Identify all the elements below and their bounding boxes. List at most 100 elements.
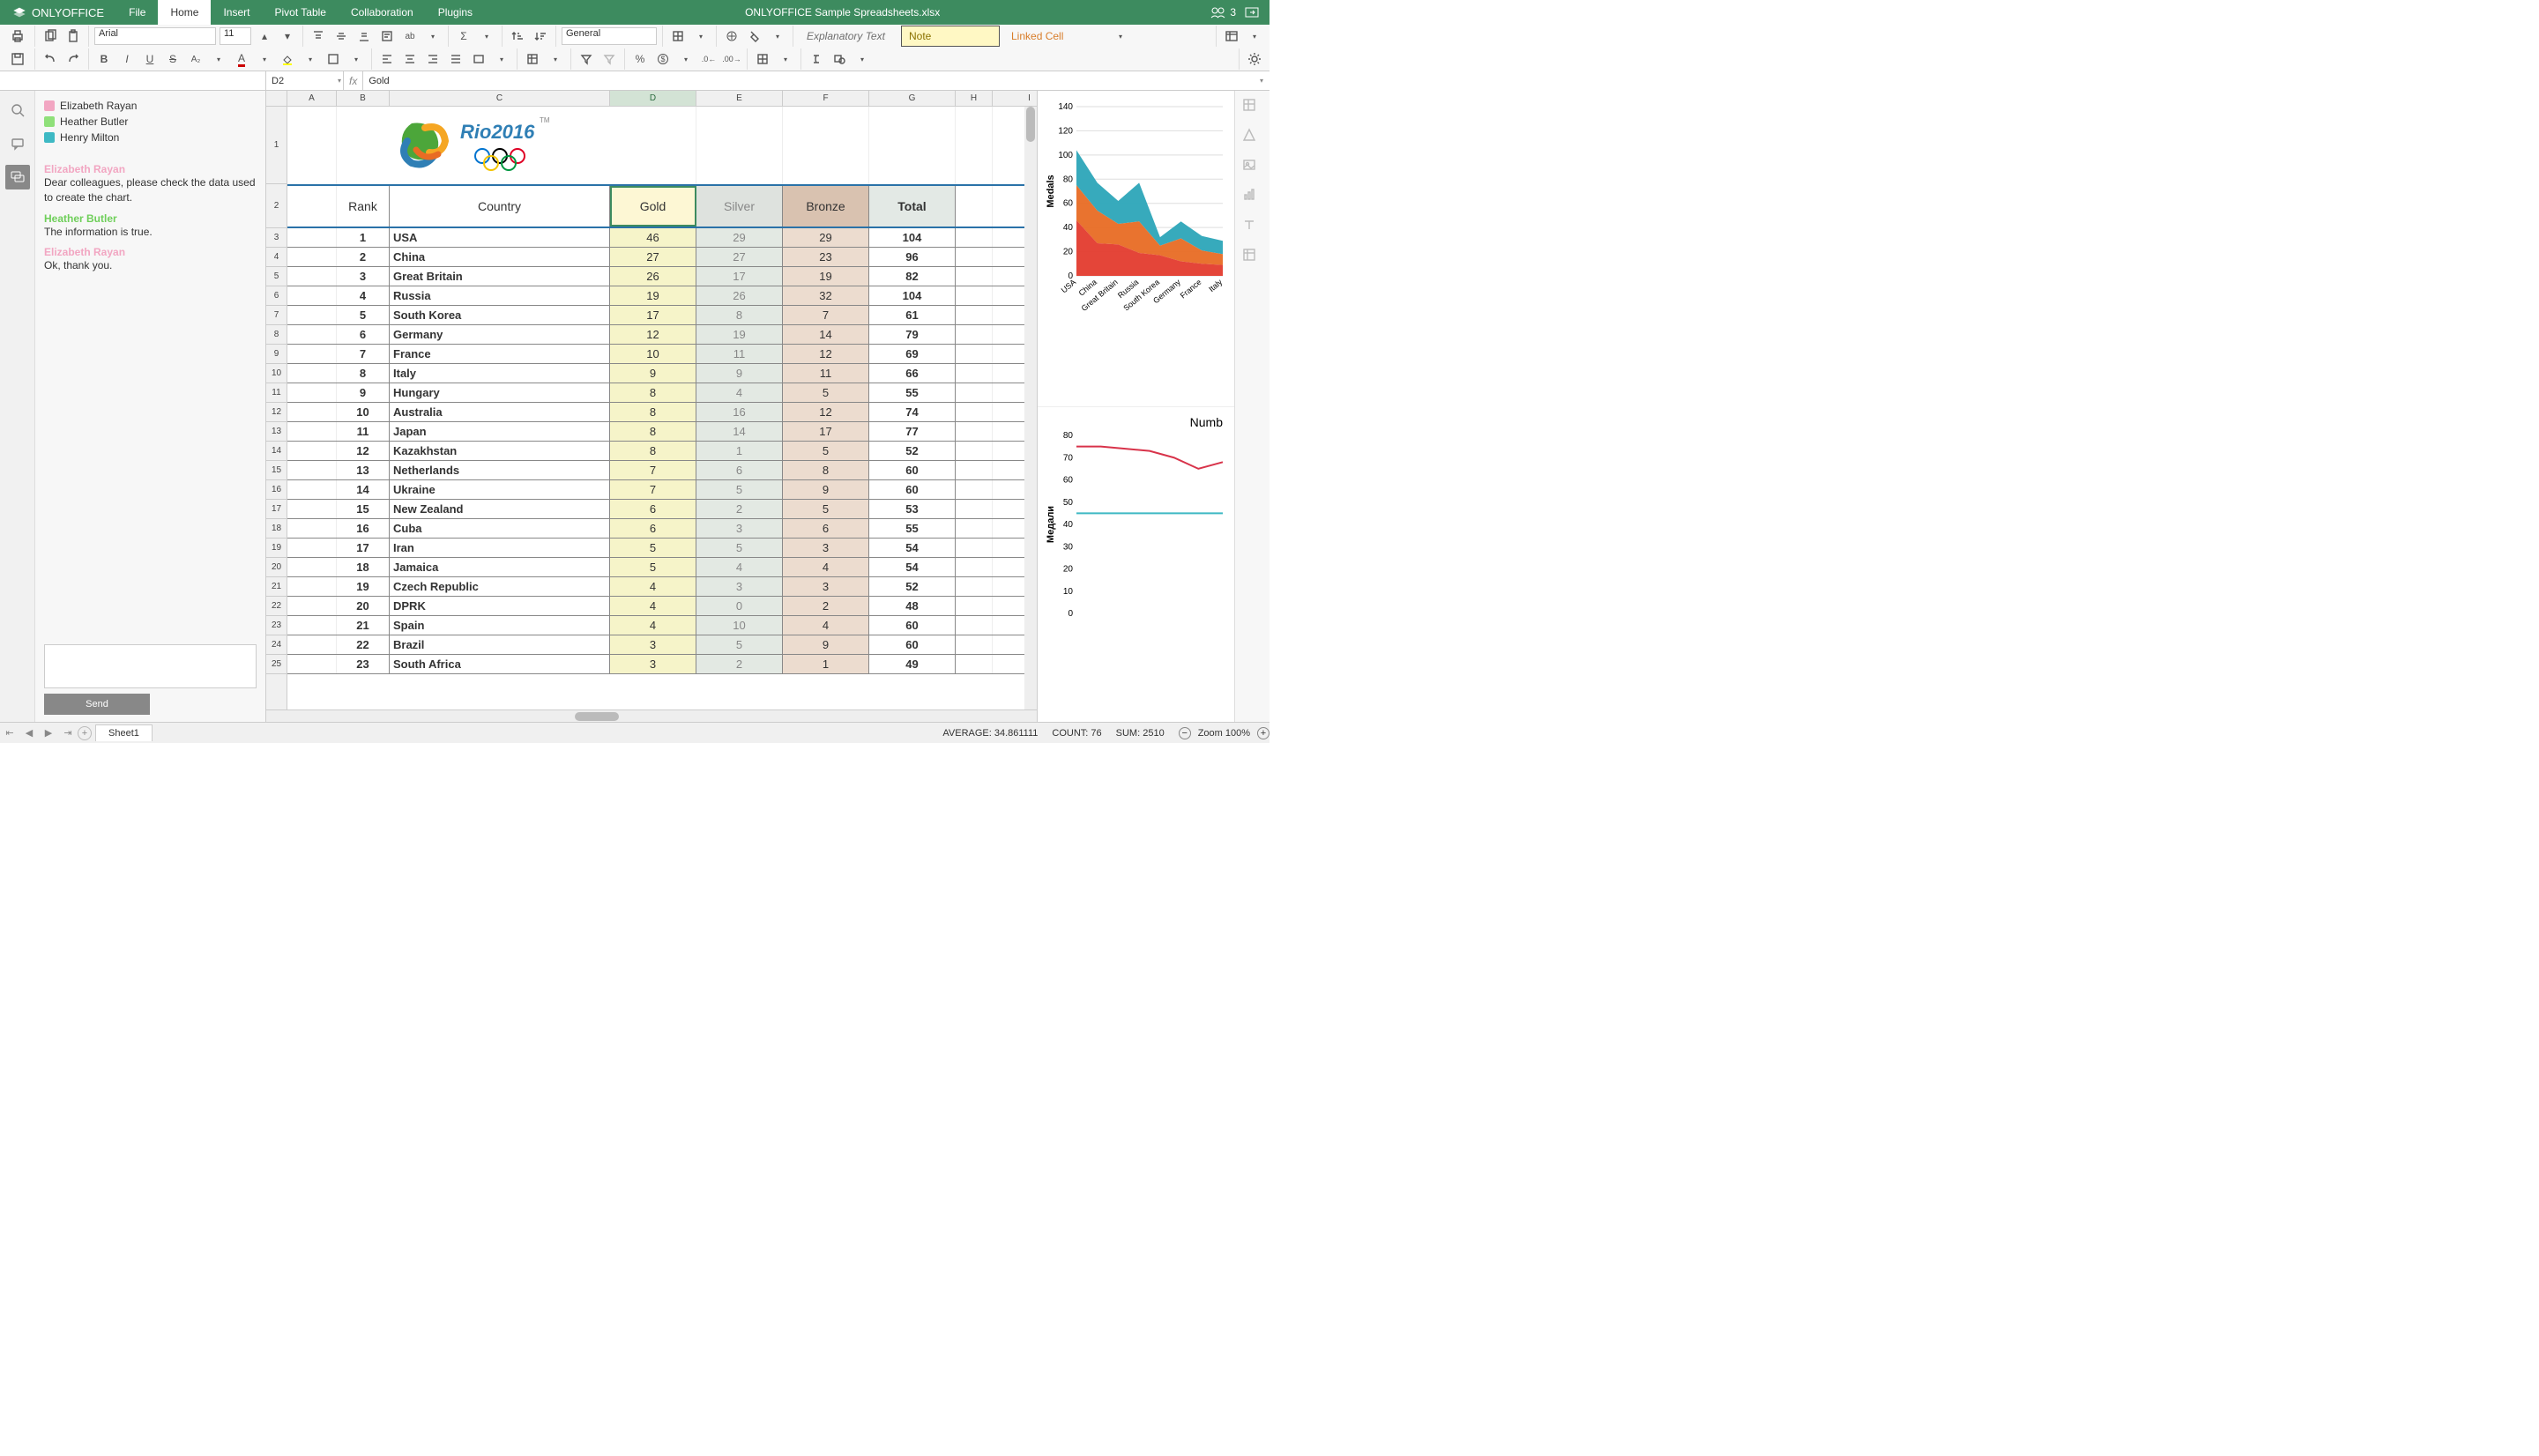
row-header[interactable]: 17 [266,500,287,519]
cell-style-linked[interactable]: Linked Cell [1003,26,1102,47]
named-ranges-dropdown[interactable]: ▾ [546,49,565,69]
font-color-button[interactable]: A [232,49,251,69]
undo-button[interactable] [41,49,60,69]
table-row[interactable]: 6Germany12191479 [287,325,1037,345]
cell-total[interactable]: 60 [869,635,956,654]
subscript-button[interactable]: A₂ [186,49,205,69]
conditional-formatting-button[interactable] [722,26,741,46]
row-header[interactable]: 24 [266,635,287,655]
table-row[interactable]: 17Iran55354 [287,539,1037,558]
menu-tab-collaboration[interactable]: Collaboration [339,0,426,25]
cell-country[interactable]: New Zealand [390,500,610,518]
cell-silver[interactable]: 4 [696,383,783,402]
cell-gold[interactable]: 8 [610,442,696,460]
cell-silver[interactable]: 0 [696,597,783,615]
cell-bronze[interactable]: 9 [783,480,869,499]
table-row[interactable]: 7France10111269 [287,345,1037,364]
cell-settings-icon[interactable] [1242,98,1263,119]
cell-silver[interactable]: 19 [696,325,783,344]
cell-silver[interactable]: 5 [696,539,783,557]
cell-silver[interactable]: 3 [696,519,783,538]
cell-rank[interactable]: 14 [337,480,390,499]
clear-dropdown[interactable]: ▾ [768,26,787,46]
cell-styles-dropdown[interactable]: ▾ [1111,26,1130,46]
pivot-settings-icon[interactable] [1242,248,1263,269]
cell-bronze[interactable]: 4 [783,558,869,576]
cell-total[interactable]: 60 [869,480,956,499]
cell-country[interactable]: Spain [390,616,610,635]
cell-bronze[interactable]: 7 [783,306,869,324]
cell-silver[interactable]: 8 [696,306,783,324]
strikethrough-button[interactable]: S [163,49,182,69]
table-row[interactable]: 9Hungary84555 [287,383,1037,403]
cell-bronze[interactable]: 12 [783,403,869,421]
align-top-button[interactable] [309,26,328,46]
cell-gold[interactable]: 10 [610,345,696,363]
table-row[interactable]: 15New Zealand62553 [287,500,1037,519]
cell-gold[interactable]: 4 [610,597,696,615]
cell-total[interactable]: 60 [869,461,956,479]
save-button[interactable] [8,49,27,69]
table-row[interactable]: 1USA462929104 [287,228,1037,248]
cell-total[interactable]: 55 [869,383,956,402]
medals-area-chart[interactable]: 020406080100120140USAChinaGreat BritainR… [1038,91,1234,406]
cell-rank[interactable]: 16 [337,519,390,538]
cell-rank[interactable]: 22 [337,635,390,654]
table-row[interactable]: 18Jamaica54454 [287,558,1037,577]
table-header-total[interactable]: Total [869,186,956,227]
font-size-select[interactable]: 11 [220,27,251,45]
cell-gold[interactable]: 8 [610,383,696,402]
medals-line-chart[interactable]: 01020304050607080МедалиNumb [1038,406,1234,723]
cell-country[interactable]: China [390,248,610,266]
cell-rank[interactable]: 6 [337,325,390,344]
currency-dropdown[interactable]: ▾ [676,49,696,69]
row-header[interactable]: 6 [266,286,287,306]
cell-bronze[interactable]: 5 [783,383,869,402]
insert-function-button[interactable] [807,49,826,69]
cell-country[interactable]: Russia [390,286,610,305]
cell-country[interactable]: Cuba [390,519,610,538]
row-header[interactable]: 9 [266,345,287,364]
cell-total[interactable]: 60 [869,616,956,635]
cell-gold[interactable]: 8 [610,422,696,441]
search-button[interactable] [5,98,30,123]
merge-button[interactable] [469,49,488,69]
cell-gold[interactable]: 27 [610,248,696,266]
number-format-select[interactable]: General [562,27,657,45]
table-header-country[interactable]: Country [390,186,610,227]
cell-bronze[interactable]: 12 [783,345,869,363]
cell-gold[interactable]: 46 [610,228,696,247]
column-headers[interactable]: ABCDEFGHIJK [266,91,1037,107]
row-header[interactable]: 19 [266,539,287,558]
table-header-gold[interactable]: Gold [610,186,696,227]
vertical-scrollbar[interactable] [1024,107,1037,709]
formula-expand[interactable]: ▾ [1254,77,1270,85]
cell-bronze[interactable]: 3 [783,539,869,557]
table-header-rank[interactable]: Rank [337,186,390,227]
row-header[interactable]: 22 [266,597,287,616]
formula-input[interactable]: Gold [363,76,1254,86]
table-row[interactable]: 12Kazakhstan81552 [287,442,1037,461]
cell-country[interactable]: Ukraine [390,480,610,499]
cell-gold[interactable]: 8 [610,403,696,421]
font-name-select[interactable]: Arial [94,27,216,45]
cell-country[interactable]: Australia [390,403,610,421]
borders-dropdown[interactable]: ▾ [346,49,366,69]
cell-bronze[interactable]: 2 [783,597,869,615]
cell-rank[interactable]: 4 [337,286,390,305]
horizontal-scrollbar[interactable] [266,709,1037,722]
shape-settings-icon[interactable] [1242,128,1263,149]
cell-country[interactable]: Japan [390,422,610,441]
cell-gold[interactable]: 26 [610,267,696,286]
cell-rank[interactable]: 12 [337,442,390,460]
row-header[interactable]: 13 [266,422,287,442]
cell-silver[interactable]: 14 [696,422,783,441]
cell-country[interactable]: Great Britain [390,267,610,286]
column-header[interactable]: G [869,91,956,106]
column-header[interactable]: B [337,91,390,106]
cell-rank[interactable]: 13 [337,461,390,479]
cell-total[interactable]: 79 [869,325,956,344]
table-row[interactable]: 4Russia192632104 [287,286,1037,306]
align-left-button[interactable] [377,49,397,69]
sort-asc-button[interactable] [508,26,527,46]
